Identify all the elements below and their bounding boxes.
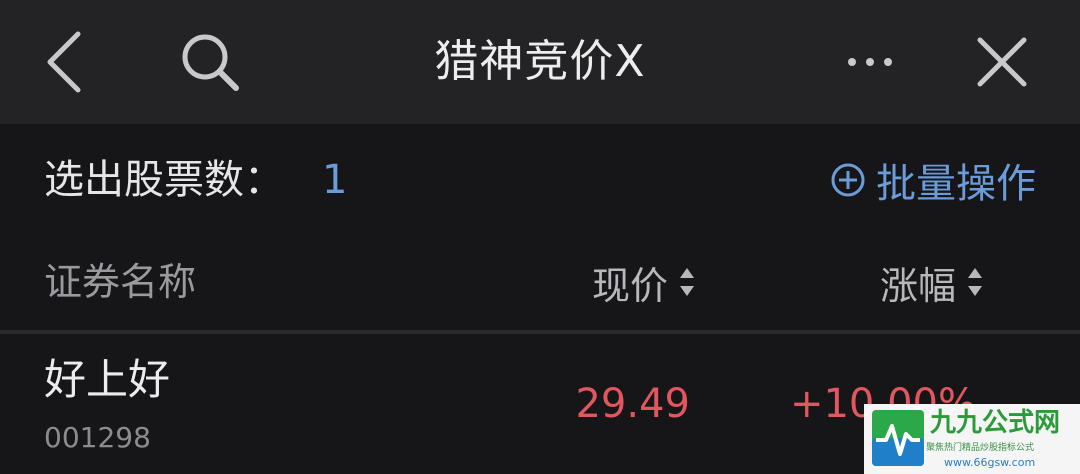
batch-action-label: 批量操作 [876, 161, 1036, 207]
watermark-subtitle: 聚焦热门精品炒股指标公式 [926, 443, 1035, 453]
more-button[interactable] [836, 36, 904, 88]
column-header-price[interactable]: 现价 [592, 250, 696, 314]
watermark-logo-icon [872, 410, 924, 466]
more-horizontal-icon [848, 58, 892, 66]
stock-name: 好上好 [44, 355, 171, 404]
back-button[interactable] [32, 24, 96, 100]
chevron-left-icon [47, 31, 81, 93]
stock-screener-page: 猎神竞价X 选出股票数： 1 批量操作 证券名称 现价 涨幅 好上好 00129… [0, 0, 1080, 474]
selected-count-value: 1 [322, 157, 348, 203]
search-icon [182, 34, 239, 91]
close-icon [977, 37, 1027, 87]
watermark-logo: 九九公式网 聚焦热门精品炒股指标公式 www.66gsw.com [864, 404, 1080, 474]
column-header-price-label: 现价 [591, 263, 668, 308]
close-button[interactable] [968, 28, 1036, 96]
watermark-url: www.66gsw.com [944, 456, 1036, 469]
sort-icon [968, 268, 982, 296]
column-header-change[interactable]: 涨幅 [880, 250, 984, 314]
table-header: 证券名称 现价 涨幅 [0, 250, 1080, 314]
search-button[interactable] [172, 24, 248, 100]
selected-count-label: 选出股票数： [44, 157, 284, 203]
top-bar: 猎神竞价X [0, 0, 1080, 124]
stock-price: 29.49 [575, 381, 690, 427]
column-header-change-label: 涨幅 [879, 263, 956, 308]
batch-action-button[interactable]: 批量操作 [830, 150, 1036, 210]
page-title: 猎神竞价X [434, 36, 646, 87]
watermark-title: 九九公式网 [930, 408, 1061, 438]
plus-circle-icon [831, 163, 865, 197]
sort-icon [680, 268, 694, 296]
column-header-name: 证券名称 [44, 260, 197, 304]
stock-code: 001298 [44, 421, 151, 454]
